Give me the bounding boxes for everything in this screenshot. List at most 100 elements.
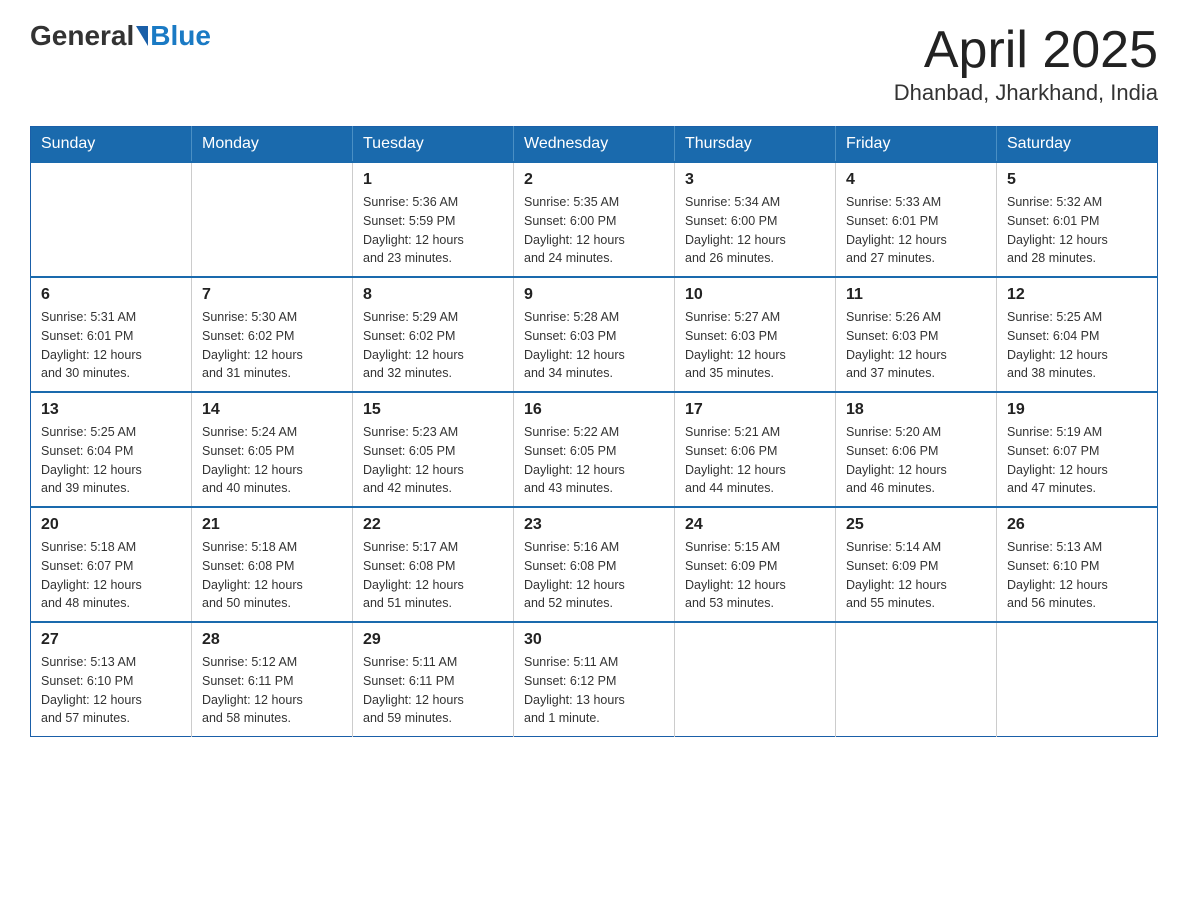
weekday-header-row: SundayMondayTuesdayWednesdayThursdayFrid… — [31, 127, 1158, 163]
calendar-cell: 13 Sunrise: 5:25 AMSunset: 6:04 PMDayligh… — [31, 392, 192, 507]
calendar-title: April 2025 — [894, 20, 1158, 80]
day-info: Sunrise: 5:24 AMSunset: 6:05 PMDaylight:… — [202, 423, 342, 498]
day-info: Sunrise: 5:35 AMSunset: 6:00 PMDaylight:… — [524, 193, 664, 268]
calendar-cell: 24 Sunrise: 5:15 AMSunset: 6:09 PMDayligh… — [675, 507, 836, 622]
weekday-header-wednesday: Wednesday — [514, 127, 675, 163]
calendar-cell: 22Sunrise: 5:17 AMSunset: 6:08 PMDayligh… — [353, 507, 514, 622]
calendar-cell: 11Sunrise: 5:26 AMSunset: 6:03 PMDayligh… — [836, 277, 997, 392]
calendar-header: SundayMondayTuesdayWednesdayThursdayFrid… — [31, 127, 1158, 163]
day-info: Sunrise: 5:32 AMSunset: 6:01 PMDaylight:… — [1007, 193, 1147, 268]
day-number: 10 — [685, 286, 825, 304]
title-block: April 2025 Dhanbad, Jharkhand, India — [894, 20, 1158, 106]
calendar-week-row: 13 Sunrise: 5:25 AMSunset: 6:04 PMDayligh… — [31, 392, 1158, 507]
calendar-week-row: 6 Sunrise: 5:31 AMSunset: 6:01 PMDaylight… — [31, 277, 1158, 392]
day-info: Sunrise: 5:16 AMSunset: 6:08 PMDaylight:… — [524, 538, 664, 613]
day-info: Sunrise: 5:14 AMSunset: 6:09 PMDaylight:… — [846, 538, 986, 613]
day-info: Sunrise: 5:30 AMSunset: 6:02 PMDaylight:… — [202, 308, 342, 383]
calendar-cell: 29Sunrise: 5:11 AMSunset: 6:11 PMDayligh… — [353, 622, 514, 737]
page-header: General Blue April 2025 Dhanbad, Jharkha… — [30, 20, 1158, 106]
day-info: Sunrise: 5:25 AMSunset: 6:04 PMDaylight:… — [41, 423, 181, 498]
calendar-cell: 21 Sunrise: 5:18 AMSunset: 6:08 PMDayligh… — [192, 507, 353, 622]
day-number: 1 — [363, 171, 503, 189]
calendar-cell: 3 Sunrise: 5:34 AMSunset: 6:00 PMDaylight… — [675, 162, 836, 277]
day-info: Sunrise: 5:23 AMSunset: 6:05 PMDaylight:… — [363, 423, 503, 498]
calendar-cell — [997, 622, 1158, 737]
day-info: Sunrise: 5:27 AMSunset: 6:03 PMDaylight:… — [685, 308, 825, 383]
calendar-week-row: 1 Sunrise: 5:36 AMSunset: 5:59 PMDaylight… — [31, 162, 1158, 277]
day-info: Sunrise: 5:17 AMSunset: 6:08 PMDaylight:… — [363, 538, 503, 613]
calendar-cell — [192, 162, 353, 277]
day-number: 12 — [1007, 286, 1147, 304]
calendar-cell: 20Sunrise: 5:18 AMSunset: 6:07 PMDayligh… — [31, 507, 192, 622]
day-info: Sunrise: 5:13 AMSunset: 6:10 PMDaylight:… — [1007, 538, 1147, 613]
calendar-week-row: 20Sunrise: 5:18 AMSunset: 6:07 PMDayligh… — [31, 507, 1158, 622]
day-number: 8 — [363, 286, 503, 304]
day-number: 14 — [202, 401, 342, 419]
weekday-header-thursday: Thursday — [675, 127, 836, 163]
day-number: 30 — [524, 631, 664, 649]
calendar-subtitle: Dhanbad, Jharkhand, India — [894, 80, 1158, 106]
logo-general-text: General — [30, 20, 134, 52]
calendar-cell — [31, 162, 192, 277]
day-info: Sunrise: 5:12 AMSunset: 6:11 PMDaylight:… — [202, 653, 342, 728]
day-info: Sunrise: 5:33 AMSunset: 6:01 PMDaylight:… — [846, 193, 986, 268]
calendar-cell: 27 Sunrise: 5:13 AMSunset: 6:10 PMDayligh… — [31, 622, 192, 737]
day-info: Sunrise: 5:13 AMSunset: 6:10 PMDaylight:… — [41, 653, 181, 728]
day-number: 6 — [41, 286, 181, 304]
day-info: Sunrise: 5:21 AMSunset: 6:06 PMDaylight:… — [685, 423, 825, 498]
day-number: 20 — [41, 516, 181, 534]
calendar-cell: 10 Sunrise: 5:27 AMSunset: 6:03 PMDayligh… — [675, 277, 836, 392]
day-info: Sunrise: 5:11 AMSunset: 6:12 PMDaylight:… — [524, 653, 664, 728]
calendar-cell: 14 Sunrise: 5:24 AMSunset: 6:05 PMDayligh… — [192, 392, 353, 507]
day-number: 16 — [524, 401, 664, 419]
day-number: 21 — [202, 516, 342, 534]
calendar-cell: 1 Sunrise: 5:36 AMSunset: 5:59 PMDaylight… — [353, 162, 514, 277]
day-number: 18 — [846, 401, 986, 419]
day-number: 27 — [41, 631, 181, 649]
calendar-cell: 30 Sunrise: 5:11 AMSunset: 6:12 PMDayligh… — [514, 622, 675, 737]
weekday-header-friday: Friday — [836, 127, 997, 163]
calendar-cell: 18 Sunrise: 5:20 AMSunset: 6:06 PMDayligh… — [836, 392, 997, 507]
calendar-cell: 6 Sunrise: 5:31 AMSunset: 6:01 PMDaylight… — [31, 277, 192, 392]
day-info: Sunrise: 5:15 AMSunset: 6:09 PMDaylight:… — [685, 538, 825, 613]
day-number: 24 — [685, 516, 825, 534]
calendar-cell: 23 Sunrise: 5:16 AMSunset: 6:08 PMDayligh… — [514, 507, 675, 622]
day-number: 5 — [1007, 171, 1147, 189]
calendar-cell: 16 Sunrise: 5:22 AMSunset: 6:05 PMDayligh… — [514, 392, 675, 507]
weekday-header-monday: Monday — [192, 127, 353, 163]
day-number: 3 — [685, 171, 825, 189]
day-number: 11 — [846, 286, 986, 304]
day-info: Sunrise: 5:11 AMSunset: 6:11 PMDaylight:… — [363, 653, 503, 728]
weekday-header-sunday: Sunday — [31, 127, 192, 163]
calendar-cell: 8 Sunrise: 5:29 AMSunset: 6:02 PMDaylight… — [353, 277, 514, 392]
calendar-cell: 2Sunrise: 5:35 AMSunset: 6:00 PMDaylight… — [514, 162, 675, 277]
day-number: 4 — [846, 171, 986, 189]
day-info: Sunrise: 5:28 AMSunset: 6:03 PMDaylight:… — [524, 308, 664, 383]
day-number: 17 — [685, 401, 825, 419]
day-number: 13 — [41, 401, 181, 419]
day-info: Sunrise: 5:22 AMSunset: 6:05 PMDaylight:… — [524, 423, 664, 498]
day-info: Sunrise: 5:19 AMSunset: 6:07 PMDaylight:… — [1007, 423, 1147, 498]
day-info: Sunrise: 5:20 AMSunset: 6:06 PMDaylight:… — [846, 423, 986, 498]
day-info: Sunrise: 5:25 AMSunset: 6:04 PMDaylight:… — [1007, 308, 1147, 383]
day-number: 28 — [202, 631, 342, 649]
day-info: Sunrise: 5:29 AMSunset: 6:02 PMDaylight:… — [363, 308, 503, 383]
calendar-cell: 5 Sunrise: 5:32 AMSunset: 6:01 PMDaylight… — [997, 162, 1158, 277]
day-info: Sunrise: 5:36 AMSunset: 5:59 PMDaylight:… — [363, 193, 503, 268]
day-info: Sunrise: 5:34 AMSunset: 6:00 PMDaylight:… — [685, 193, 825, 268]
calendar-cell: 26Sunrise: 5:13 AMSunset: 6:10 PMDayligh… — [997, 507, 1158, 622]
logo-blue-text: Blue — [150, 20, 211, 52]
day-info: Sunrise: 5:18 AMSunset: 6:08 PMDaylight:… — [202, 538, 342, 613]
logo-arrow-icon — [136, 26, 148, 46]
day-number: 23 — [524, 516, 664, 534]
day-info: Sunrise: 5:31 AMSunset: 6:01 PMDaylight:… — [41, 308, 181, 383]
calendar-cell: 25 Sunrise: 5:14 AMSunset: 6:09 PMDayligh… — [836, 507, 997, 622]
calendar-cell: 17 Sunrise: 5:21 AMSunset: 6:06 PMDayligh… — [675, 392, 836, 507]
calendar-week-row: 27 Sunrise: 5:13 AMSunset: 6:10 PMDayligh… — [31, 622, 1158, 737]
calendar-cell: 4 Sunrise: 5:33 AMSunset: 6:01 PMDaylight… — [836, 162, 997, 277]
weekday-header-saturday: Saturday — [997, 127, 1158, 163]
calendar-cell: 7Sunrise: 5:30 AMSunset: 6:02 PMDaylight… — [192, 277, 353, 392]
day-number: 9 — [524, 286, 664, 304]
day-number: 25 — [846, 516, 986, 534]
weekday-header-tuesday: Tuesday — [353, 127, 514, 163]
